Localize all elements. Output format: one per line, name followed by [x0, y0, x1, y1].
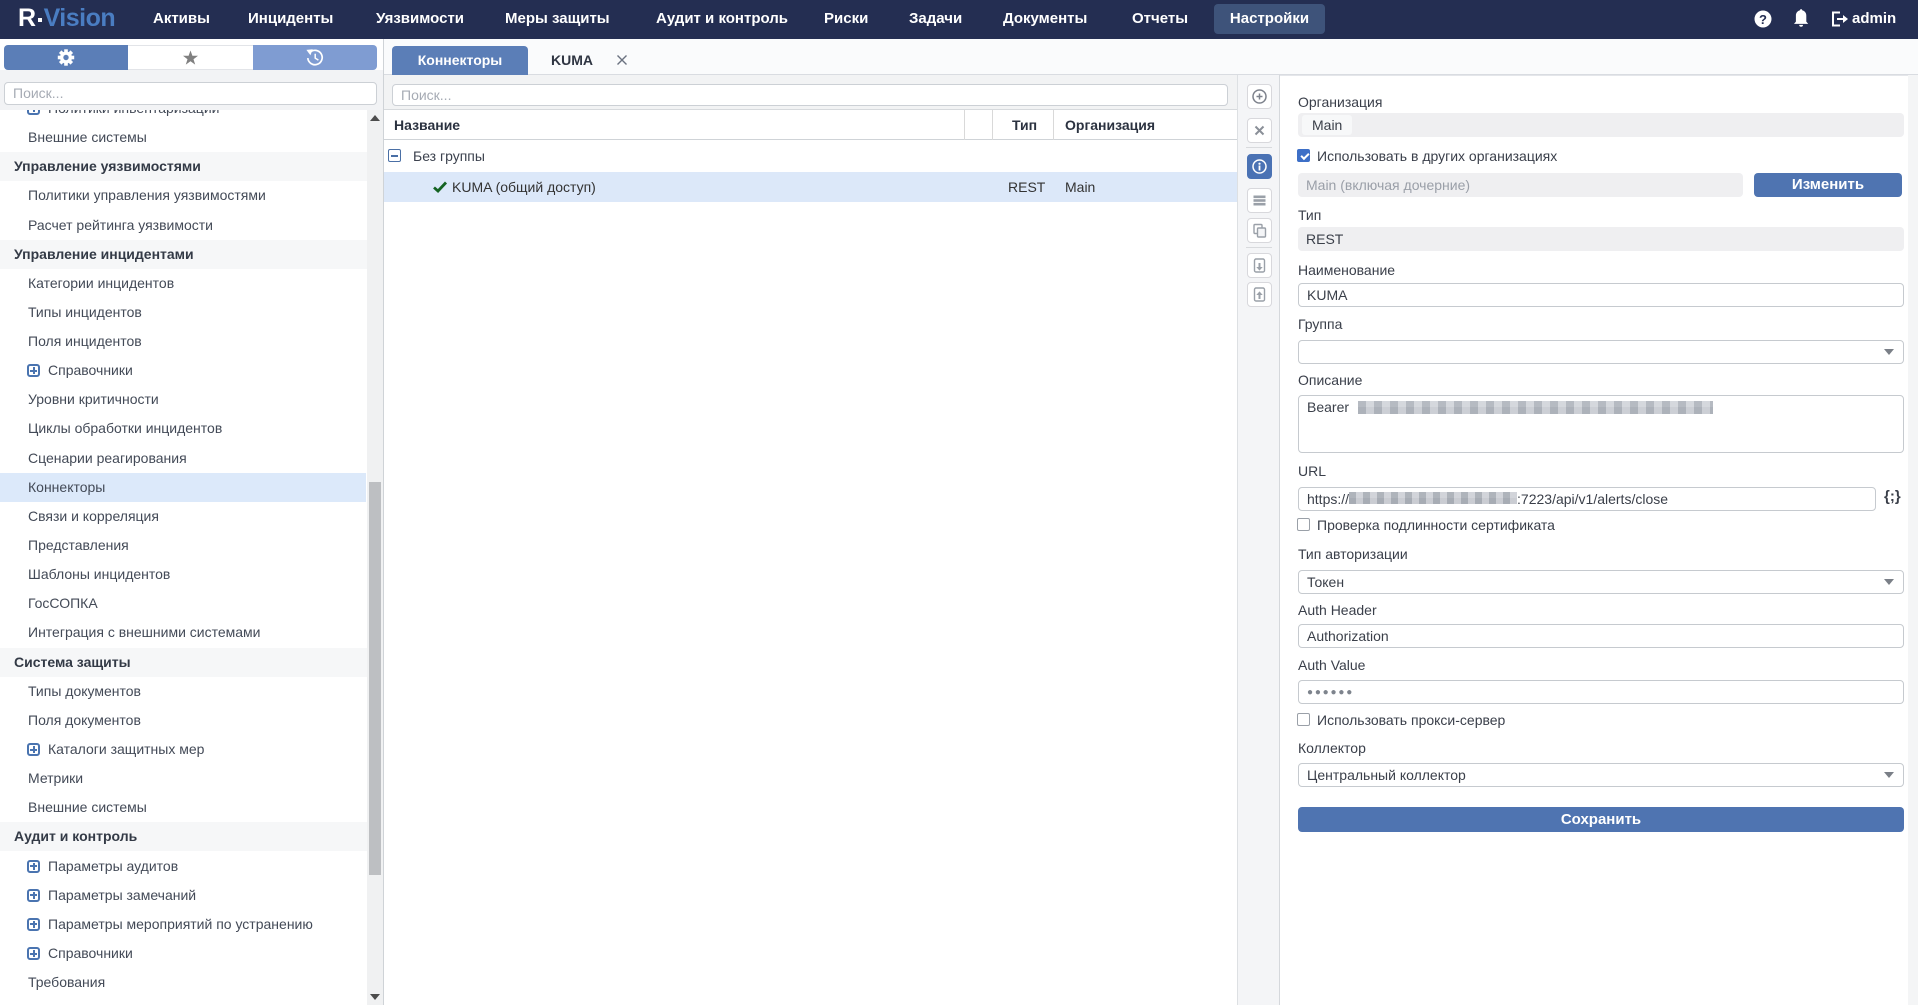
- svg-text:?: ?: [1759, 12, 1767, 27]
